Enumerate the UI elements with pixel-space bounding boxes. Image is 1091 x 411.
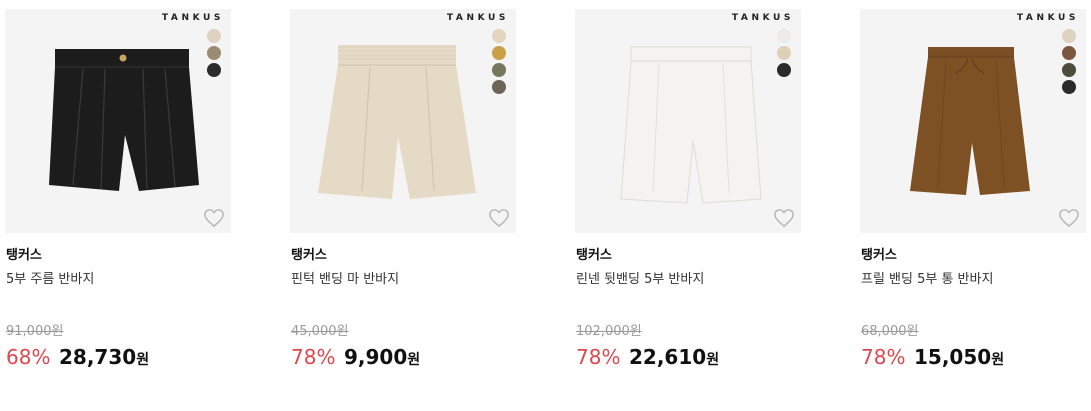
- brand-name[interactable]: 탱커스: [291, 244, 327, 263]
- heart-icon[interactable]: [203, 208, 225, 228]
- discount-rate: 78%: [576, 345, 621, 369]
- brown-shorts-illustration: [910, 47, 1030, 195]
- color-swatch[interactable]: [492, 29, 506, 43]
- sale-price: 22,610원: [629, 345, 720, 369]
- brand-logo: TANKUS: [161, 13, 224, 23]
- heart-icon[interactable]: [1058, 208, 1080, 228]
- color-swatches: [1062, 29, 1076, 97]
- brand-logo: TANKUS: [1016, 13, 1079, 23]
- color-swatch[interactable]: [207, 29, 221, 43]
- color-swatch[interactable]: [1062, 46, 1076, 60]
- original-price: 91,000원: [6, 324, 64, 339]
- discount-rate: 78%: [861, 345, 906, 369]
- color-swatch[interactable]: [1062, 63, 1076, 77]
- product-card[interactable]: TANKUS 탱커스 린넨 뒷밴딩 5부 반바지 102,000원 78% 22…: [575, 0, 801, 411]
- product-card[interactable]: TANKUS 탱커스 핀턱 밴딩 마 반바지 45,000원 78% 9,900…: [290, 0, 516, 411]
- heart-icon[interactable]: [488, 208, 510, 228]
- original-price: 102,000원: [576, 324, 642, 339]
- color-swatch[interactable]: [207, 46, 221, 60]
- color-swatches: [492, 29, 506, 97]
- color-swatch[interactable]: [777, 46, 791, 60]
- color-swatch[interactable]: [1062, 80, 1076, 94]
- product-image[interactable]: TANKUS: [575, 9, 801, 233]
- sale-price: 9,900원: [344, 345, 421, 369]
- brand-name[interactable]: 탱커스: [576, 244, 612, 263]
- brand-name[interactable]: 탱커스: [6, 244, 42, 263]
- color-swatch[interactable]: [492, 46, 506, 60]
- original-price: 45,000원: [291, 324, 349, 339]
- color-swatch[interactable]: [777, 63, 791, 77]
- discount-rate: 68%: [6, 345, 51, 369]
- color-swatch[interactable]: [777, 29, 791, 43]
- sale-price: 15,050원: [914, 345, 1005, 369]
- sale-price: 28,730원: [59, 345, 150, 369]
- brand-name[interactable]: 탱커스: [861, 244, 897, 263]
- product-card[interactable]: TANKUS 탱커스 프릴 밴딩 5부 통 반바지 68,000원 78% 15…: [860, 0, 1086, 411]
- color-swatches: [207, 29, 221, 80]
- product-image[interactable]: TANKUS: [290, 9, 516, 233]
- white-shorts-illustration: [620, 46, 762, 204]
- color-swatch[interactable]: [207, 63, 221, 77]
- product-image[interactable]: TANKUS: [5, 9, 231, 233]
- brand-logo: TANKUS: [731, 13, 794, 23]
- brand-logo: TANKUS: [446, 13, 509, 23]
- color-swatch[interactable]: [492, 63, 506, 77]
- heart-icon[interactable]: [773, 208, 795, 228]
- color-swatch[interactable]: [1062, 29, 1076, 43]
- linen-shorts-illustration: [318, 45, 476, 199]
- pleated-shorts-illustration: [49, 49, 199, 191]
- color-swatches: [777, 29, 791, 80]
- product-name[interactable]: 5부 주름 반바지: [6, 268, 94, 287]
- original-price: 68,000원: [861, 324, 919, 339]
- discount-rate: 78%: [291, 345, 336, 369]
- product-name[interactable]: 핀턱 밴딩 마 반바지: [291, 268, 399, 287]
- product-card[interactable]: TANKUS 탱커스 5부 주름 반바지 91,000원 68% 28,730원: [5, 0, 231, 411]
- product-name[interactable]: 린넨 뒷밴딩 5부 반바지: [576, 268, 704, 287]
- product-image[interactable]: TANKUS: [860, 9, 1086, 233]
- color-swatch[interactable]: [492, 80, 506, 94]
- product-name[interactable]: 프릴 밴딩 5부 통 반바지: [861, 268, 993, 287]
